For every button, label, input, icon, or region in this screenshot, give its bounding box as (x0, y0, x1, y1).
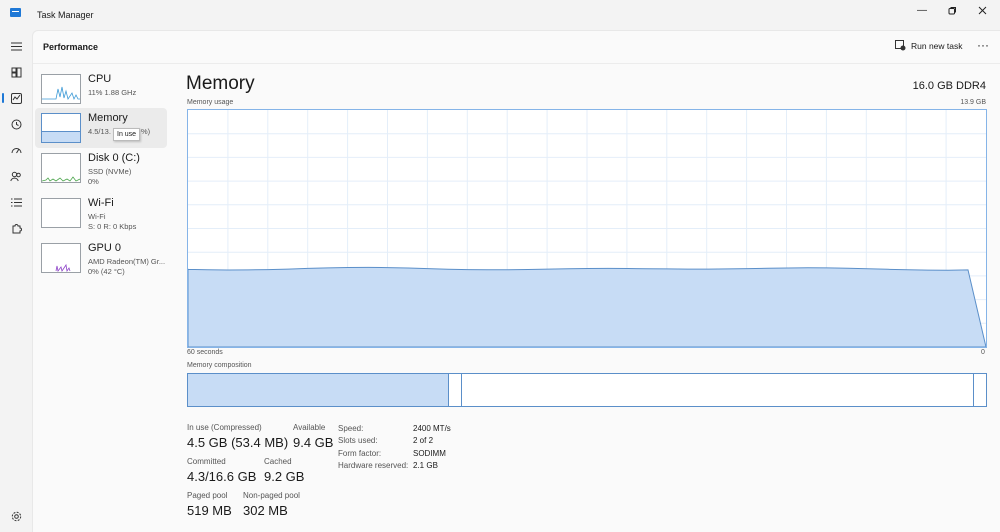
history-icon (11, 119, 21, 129)
non-paged-pool-label: Non-paged pool (243, 491, 300, 500)
run-new-task-button[interactable]: Run new task (895, 40, 963, 51)
nav-users[interactable] (6, 166, 26, 186)
close-icon (978, 6, 986, 14)
content-panel: Performance Run new task ··· CPU 11% 1.8… (32, 30, 1000, 532)
disk-type-text: SSD (NVMe) (88, 167, 132, 176)
sidebar-item-wifi[interactable]: Wi-Fi Wi-Fi S: 0 R: 0 Kbps (35, 193, 167, 233)
memory-usage-text-tail: %) (141, 127, 151, 136)
run-new-task-label: Run new task (911, 40, 963, 51)
in-use-tooltip: In use (113, 128, 141, 141)
cached-label: Cached (264, 457, 292, 466)
in-use-label: In use (Compressed) (187, 423, 262, 432)
nav-services[interactable] (6, 218, 26, 238)
run-task-icon (895, 40, 906, 51)
form-factor-value: SODIMM (413, 449, 446, 458)
sidebar-item-memory[interactable]: Memory 4.5/13. %) (35, 108, 167, 148)
paged-pool-label: Paged pool (187, 491, 228, 500)
more-options-button[interactable]: ··· (977, 38, 989, 52)
hardware-reserved-label: Hardware reserved: (338, 461, 409, 470)
cpu-label: CPU (88, 73, 112, 85)
cpu-thumbnail (41, 74, 81, 104)
memory-composition-label: Memory composition (187, 362, 252, 369)
hamburger-menu-button[interactable] (6, 36, 26, 56)
processes-icon (11, 67, 21, 77)
available-label: Available (293, 423, 326, 432)
restore-button[interactable] (937, 0, 967, 20)
memory-usage-chart (187, 110, 987, 348)
speed-value: 2400 MT/s (413, 424, 451, 433)
page-header: Performance Run new task ··· (33, 31, 1000, 64)
memory-thumbnail (41, 113, 81, 143)
minimize-button[interactable]: — (907, 0, 937, 20)
gpu-usage-text: 0% (42 °C) (88, 267, 125, 276)
gpu-model-text: AMD Radeon(TM) Gr... (88, 257, 166, 266)
form-factor-label: Form factor: (338, 449, 382, 458)
wifi-adapter-text: Wi-Fi (88, 212, 106, 221)
hardware-reserved-value: 2.1 GB (413, 461, 438, 470)
composition-free[interactable] (973, 374, 986, 406)
nav-rail (0, 30, 32, 531)
disk-label: Disk 0 (C:) (88, 152, 140, 164)
nav-processes[interactable] (6, 62, 26, 82)
memory-spec: 16.0 GB DDR4 (912, 80, 986, 92)
committed-label: Committed (187, 457, 226, 466)
services-puzzle-icon (12, 223, 22, 233)
nav-startup-apps[interactable] (6, 140, 26, 160)
graph-time-left: 60 seconds (187, 349, 223, 356)
gpu-label: GPU 0 (88, 242, 122, 254)
nav-app-history[interactable] (6, 114, 26, 134)
nav-settings[interactable] (6, 506, 26, 526)
hamburger-icon (10, 42, 22, 50)
memory-usage-max: 13.9 GB (960, 99, 986, 106)
wifi-thumbnail (41, 198, 81, 228)
minimize-icon: — (917, 4, 927, 16)
nav-details[interactable] (6, 192, 26, 212)
cpu-usage-text: 11% 1.88 GHz (88, 88, 137, 97)
wifi-label: Wi-Fi (88, 197, 114, 209)
memory-usage-graph (187, 109, 987, 348)
disk-usage-text: 0% (88, 177, 99, 186)
restore-icon (948, 6, 956, 14)
users-icon (10, 171, 21, 181)
sidebar-item-cpu[interactable]: CPU 11% 1.88 GHz (35, 69, 167, 109)
details-list-icon (10, 198, 22, 206)
nav-performance[interactable] (2, 88, 26, 108)
graph-time-right: 0 (981, 349, 985, 356)
close-button[interactable] (967, 0, 997, 20)
gear-icon (11, 511, 21, 521)
sidebar-item-disk[interactable]: Disk 0 (C:) SSD (NVMe) 0% (35, 148, 167, 188)
memory-usage-label: Memory usage (187, 99, 234, 106)
sidebar-item-gpu[interactable]: GPU 0 AMD Radeon(TM) Gr... 0% (42 °C) (35, 238, 167, 278)
performance-icon (10, 92, 22, 104)
committed-value: 4.3/16.6 GB (187, 469, 257, 484)
gpu-thumbnail (41, 243, 81, 273)
composition-modified[interactable] (449, 374, 462, 406)
memory-label: Memory (88, 112, 128, 124)
slots-used-label: Slots used: (338, 436, 378, 445)
memory-title: Memory (186, 73, 255, 94)
slots-used-value: 2 of 2 (413, 436, 434, 445)
composition-in-use[interactable] (188, 374, 449, 406)
task-manager-app-icon (10, 8, 21, 17)
memory-usage-text: 4.5/13. (88, 127, 111, 136)
available-value: 9.4 GB (293, 435, 334, 450)
wifi-throughput-text: S: 0 R: 0 Kbps (88, 222, 137, 231)
in-use-value: 4.5 GB (53.4 MB) (187, 435, 289, 450)
page-title: Performance (43, 42, 99, 52)
cached-value: 9.2 GB (264, 469, 305, 484)
window-title: Task Manager (37, 10, 94, 20)
memory-composition-bar (187, 373, 987, 407)
speedometer-icon (11, 147, 21, 153)
non-paged-pool-value: 302 MB (243, 503, 288, 518)
title-bar: Task Manager — (0, 0, 1000, 30)
disk-thumbnail (41, 153, 81, 183)
speed-label: Speed: (338, 424, 364, 433)
paged-pool-value: 519 MB (187, 503, 232, 518)
